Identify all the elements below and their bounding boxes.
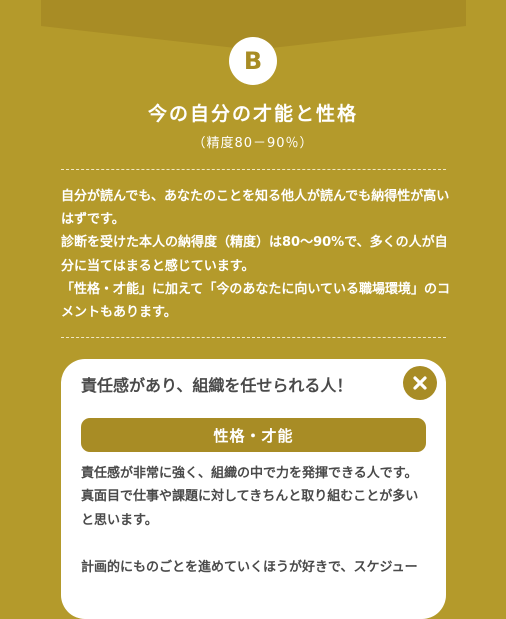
page-title: 今の自分の才能と性格 [147, 103, 358, 125]
divider-top [61, 169, 446, 170]
description-line: 「性格・才能」に加えて「今のあなたに向いている職場環境」のコメントもあります。 [61, 281, 450, 321]
description-line: 自分が読んでも、あなたのことを知る他人が読んでも納得性が高いはずです。 [61, 189, 450, 228]
close-button[interactable] [403, 366, 437, 400]
description-text: 自分が読んでも、あなたのことを知る他人が読んでも納得性が高いはずです。 診断を受… [61, 185, 451, 324]
card-body-text: 責任感が非常に強く、組織の中で力を発揮できる人です。 真面目で仕事や課題に対して… [81, 462, 426, 579]
section-label: 性格・才能 [81, 418, 426, 452]
card-body-line: 責任感が非常に強く、組織の中で力を発揮できる人です。 [81, 466, 418, 481]
page-subtitle: （精度80－90％） [192, 136, 314, 151]
divider-bottom [61, 337, 446, 338]
card-body-line: 計画的にものごとを進めていくほうが好きで、スケジュー [81, 559, 418, 575]
result-card: 責任感があり、組織を任せられる人！ 性格・才能 責任感が非常に強く、組織の中で力… [61, 359, 446, 619]
close-icon [413, 376, 427, 390]
section-badge: B [229, 37, 277, 85]
card-body-line: 真面目で仕事や課題に対してきちんと取り組むことが多いと思います。 [81, 489, 419, 528]
description-line: 診断を受けた本人の納得度（精度）は80〜90%で、多くの人が自分に当てはまると感… [61, 235, 448, 274]
card-title: 責任感があり、組織を任せられる人！ [81, 376, 353, 395]
badge-letter: B [243, 47, 263, 75]
